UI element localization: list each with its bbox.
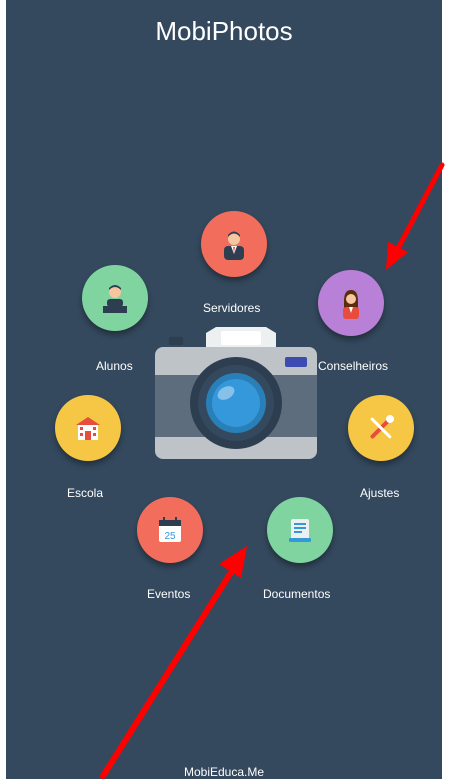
student-icon — [103, 285, 127, 313]
ajustes-button[interactable] — [348, 395, 414, 461]
staff-person-icon — [224, 231, 244, 260]
calendar-day: 25 — [164, 531, 176, 542]
escola-label: Escola — [67, 486, 104, 500]
footer-text: MobiEduca.Me — [183, 765, 265, 779]
app-screen: MobiPhotos Servidores Conselheiros Aluno… — [6, 0, 442, 779]
ajustes-label: Ajustes — [360, 486, 400, 500]
servidores-label: Servidores — [203, 301, 261, 315]
wrench-screwdriver-icon — [370, 415, 394, 439]
conselheiros-label: Conselheiros — [318, 359, 389, 373]
conselheiros-button[interactable] — [318, 270, 384, 336]
alunos-button[interactable] — [82, 265, 148, 331]
counselor-woman-icon — [343, 290, 359, 319]
escola-button[interactable] — [55, 395, 121, 461]
documentos-button[interactable] — [267, 497, 333, 563]
app-title: MobiPhotos — [155, 16, 293, 46]
school-building-icon — [76, 417, 100, 440]
device-frame: MobiPhotos Servidores Conselheiros Aluno… — [0, 0, 449, 779]
documentos-label: Documentos — [263, 587, 331, 601]
servidores-button[interactable] — [201, 211, 267, 277]
eventos-button[interactable]: 25 — [137, 497, 203, 563]
document-icon — [289, 519, 311, 542]
calendar-icon: 25 — [159, 517, 181, 542]
camera-icon[interactable] — [151, 327, 321, 462]
alunos-label: Alunos — [96, 359, 133, 373]
eventos-label: Eventos — [147, 587, 191, 601]
